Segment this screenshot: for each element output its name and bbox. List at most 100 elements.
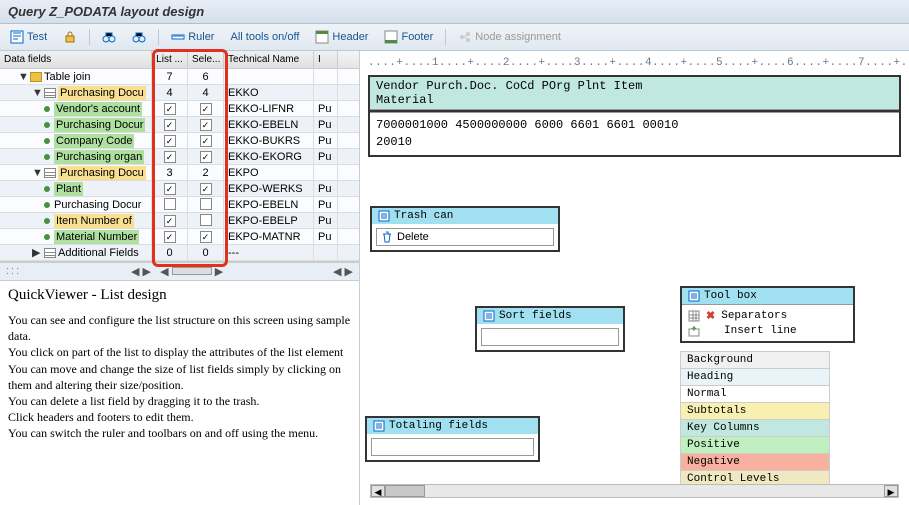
preview-header-row[interactable]: Material — [376, 93, 893, 107]
help-line: You can switch the ruler and toolbars on… — [8, 425, 351, 441]
checkbox[interactable] — [164, 103, 176, 115]
checkbox[interactable] — [164, 198, 176, 210]
totaling-title: Totaling fields — [389, 420, 488, 432]
legend-normal[interactable]: Normal — [680, 386, 830, 403]
find-next-button[interactable] — [128, 28, 150, 46]
lock-button[interactable] — [59, 28, 81, 46]
delete-label[interactable]: Delete — [397, 231, 429, 243]
toolbox-panel[interactable]: Tool box ✖ Separators Insert line — [680, 286, 855, 343]
tree-row[interactable]: Item Number ofEKPO-EBELPPu — [0, 213, 359, 229]
footer-button[interactable]: Footer — [380, 28, 437, 46]
separators-label[interactable]: Separators — [721, 310, 787, 322]
checkbox[interactable] — [164, 119, 176, 131]
export-icon[interactable] — [688, 325, 700, 337]
i-col: Pu — [314, 133, 338, 149]
insert-label[interactable]: Insert line — [724, 325, 797, 337]
tree-row[interactable]: Purchasing DocurEKKO-EBELNPu — [0, 117, 359, 133]
expand-icon[interactable]: ▼ — [32, 166, 42, 180]
totaling-panel[interactable]: Totaling fields — [365, 416, 540, 462]
checkbox[interactable] — [164, 135, 176, 147]
table-icon — [44, 248, 56, 258]
legend-heading[interactable]: Heading — [680, 369, 830, 386]
tree-scroller[interactable]: ::: ◀ ▶ ◀ ▶ ◀ ▶ — [0, 262, 359, 281]
tree-row[interactable]: Vendor's account EKKO-LIFNRPu — [0, 101, 359, 117]
tree-row[interactable]: PlantEKPO-WERKSPu — [0, 181, 359, 197]
col-header-tech[interactable]: Technical Name — [224, 51, 314, 68]
trash-icon[interactable] — [381, 231, 393, 243]
col-header-list[interactable]: List ... — [152, 51, 188, 68]
tree-row[interactable]: ▼ Table join76 — [0, 69, 359, 85]
checkbox[interactable] — [200, 135, 212, 147]
tree-row[interactable]: ▼ Purchasing Docu32EKPO — [0, 165, 359, 181]
expand-icon[interactable]: ▼ — [18, 70, 28, 84]
tree-row[interactable]: Purchasing organEKKO-EKORGPu — [0, 149, 359, 165]
tree-row[interactable]: Material NumberEKPO-MATNRPu — [0, 229, 359, 245]
i-col: Pu — [314, 197, 338, 213]
tree-label: Company Code — [54, 134, 134, 148]
field-dot-icon — [44, 106, 50, 112]
i-col — [314, 165, 338, 181]
trash-panel[interactable]: Trash can Delete — [370, 206, 560, 252]
legend-subtotals[interactable]: Subtotals — [680, 403, 830, 420]
col-header-i[interactable]: I — [314, 51, 338, 68]
tech-name: EKPO — [224, 165, 314, 181]
col-header-sele[interactable]: Sele... — [188, 51, 224, 68]
i-col — [314, 245, 338, 261]
horizontal-scrollbar[interactable]: ◀ ▶ — [370, 484, 899, 498]
help-title: QuickViewer - List design — [8, 287, 351, 304]
checkbox[interactable] — [200, 183, 212, 195]
legend-keycols[interactable]: Key Columns — [680, 420, 830, 437]
checkbox[interactable] — [200, 151, 212, 163]
header-button[interactable]: Header — [311, 28, 372, 46]
checkbox[interactable] — [200, 214, 212, 226]
trash-title: Trash can — [394, 210, 453, 222]
tech-name: EKKO-LIFNR — [224, 101, 314, 117]
i-col: Pu — [314, 117, 338, 133]
config-icon — [373, 420, 385, 432]
legend-positive[interactable]: Positive — [680, 437, 830, 454]
footer-icon — [384, 30, 398, 44]
tech-name: EKKO-EBELN — [224, 117, 314, 133]
checkbox[interactable] — [164, 215, 176, 227]
close-icon[interactable]: ✖ — [706, 309, 715, 323]
checkbox[interactable] — [164, 151, 176, 163]
tree-row[interactable]: Company CodeEKKO-BUKRSPu — [0, 133, 359, 149]
checkbox[interactable] — [200, 231, 212, 243]
i-col: Pu — [314, 101, 338, 117]
sort-panel[interactable]: Sort fields — [475, 306, 625, 352]
expand-icon[interactable]: ▼ — [32, 86, 42, 100]
preview-data-row[interactable]: 20010 — [376, 134, 893, 151]
tree-row[interactable]: Purchasing DocurEKPO-EBELNPu — [0, 197, 359, 213]
checkbox[interactable] — [164, 231, 176, 243]
tech-name: EKKO — [224, 85, 314, 101]
find-button[interactable] — [98, 28, 120, 46]
legend-negative[interactable]: Negative — [680, 454, 830, 471]
tree-label: Vendor's account — [54, 102, 142, 116]
color-legend: Background Heading Normal Subtotals Key … — [680, 351, 830, 488]
col-header-name[interactable]: Data fields — [0, 51, 152, 68]
field-dot-icon — [44, 138, 50, 144]
preview-data-row[interactable]: 7000001000 4500000000 6000 6601 6601 000… — [376, 117, 893, 134]
checkbox[interactable] — [200, 198, 212, 210]
list-preview[interactable]: Vendor Purch.Doc. CoCd POrg Plnt Item Ma… — [368, 75, 901, 157]
header-icon — [315, 30, 329, 44]
test-button[interactable]: Test — [6, 28, 51, 46]
ruler-label: Ruler — [188, 31, 214, 43]
binoculars-next-icon — [132, 30, 146, 44]
tree-row[interactable]: ▼ Purchasing Docu44EKKO — [0, 85, 359, 101]
tech-name: EKPO-MATNR — [224, 229, 314, 245]
tree-label: Purchasing organ — [54, 150, 144, 164]
field-dot-icon — [44, 234, 50, 240]
i-col — [314, 85, 338, 101]
ruler-button[interactable]: Ruler — [167, 28, 218, 46]
alltools-button[interactable]: All tools on/off — [226, 29, 303, 45]
i-col: Pu — [314, 149, 338, 165]
grid-icon[interactable] — [688, 310, 700, 322]
preview-header-row[interactable]: Vendor Purch.Doc. CoCd POrg Plnt Item — [376, 79, 893, 93]
tree-row[interactable]: ▶ Additional Fields00--- — [0, 245, 359, 261]
checkbox[interactable] — [200, 119, 212, 131]
checkbox[interactable] — [200, 103, 212, 115]
legend-background[interactable]: Background — [680, 351, 830, 369]
expand-icon[interactable]: ▶ — [32, 246, 42, 260]
checkbox[interactable] — [164, 183, 176, 195]
